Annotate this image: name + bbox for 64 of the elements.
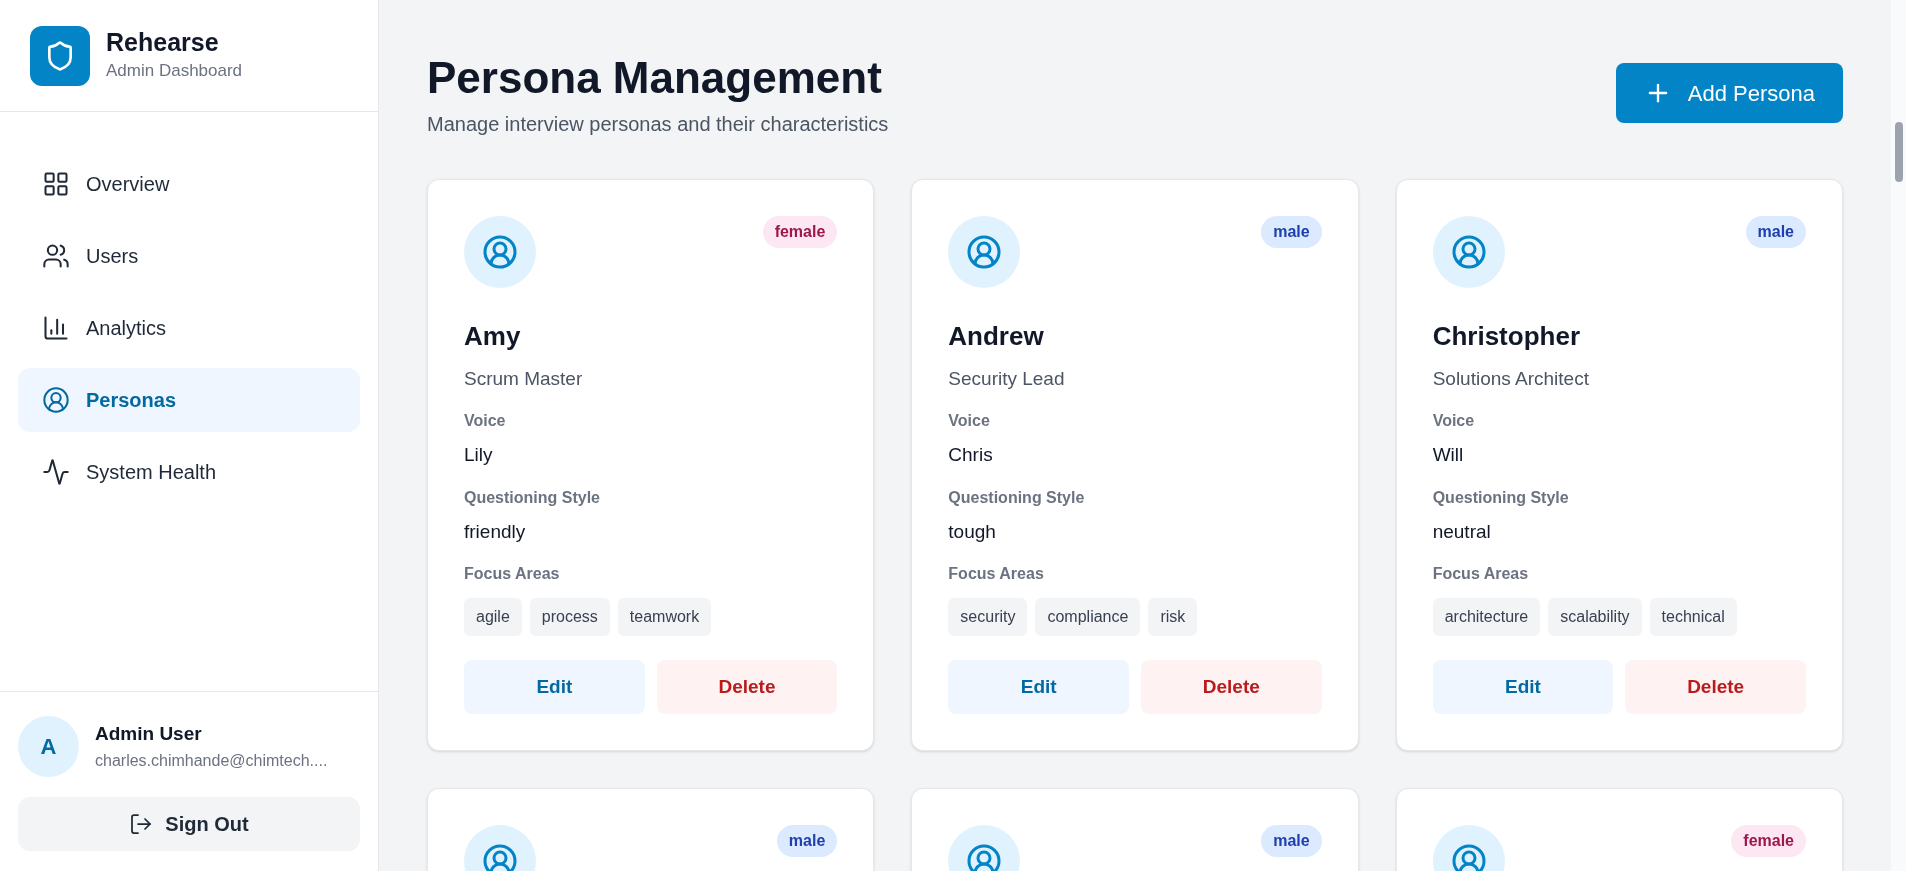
gender-badge: male bbox=[1261, 216, 1322, 248]
focus-tag: agile bbox=[464, 598, 522, 636]
shield-logo-icon bbox=[30, 25, 90, 86]
app-subtitle: Admin Dashboard bbox=[106, 60, 243, 83]
gender-badge: male bbox=[776, 825, 838, 857]
focus-tag: teamwork bbox=[617, 598, 712, 636]
persona-name: Andrew bbox=[948, 320, 1045, 353]
gender-badge: female bbox=[1731, 825, 1806, 857]
focus-tag: compliance bbox=[1035, 598, 1141, 636]
add-persona-button[interactable]: Add Persona bbox=[1615, 63, 1843, 123]
field-label: Focus Areas bbox=[464, 564, 561, 584]
user-name: Admin User bbox=[95, 722, 203, 747]
scrollbar[interactable] bbox=[1891, 0, 1906, 871]
delete-button[interactable]: Delete bbox=[1625, 660, 1806, 714]
delete-button[interactable]: Delete bbox=[656, 660, 838, 714]
nav-item[interactable]: Overview bbox=[18, 152, 360, 216]
gender-badge: male bbox=[1261, 825, 1322, 857]
user-email: charles.chimhande@chimtech.... bbox=[95, 750, 328, 771]
app-title: Rehearse bbox=[106, 27, 220, 59]
field-label: Focus Areas bbox=[948, 564, 1045, 584]
field-label: Questioning Style bbox=[948, 487, 1086, 508]
field-value: Lily bbox=[464, 443, 494, 467]
focus-tag: architecture bbox=[1432, 598, 1541, 636]
field-label: Voice bbox=[464, 411, 507, 431]
user-avatar: A bbox=[18, 716, 79, 777]
focus-tag: security bbox=[948, 598, 1028, 636]
field-value: Will bbox=[1432, 443, 1465, 467]
persona-role: Security Lead bbox=[948, 366, 1066, 391]
delete-button[interactable]: Delete bbox=[1141, 660, 1322, 714]
edit-button[interactable]: Edit bbox=[1432, 660, 1614, 714]
page-title: Persona Management bbox=[427, 52, 883, 104]
edit-button[interactable]: Edit bbox=[948, 660, 1129, 714]
page-subtitle: Manage interview personas and their characteristics bbox=[427, 112, 889, 137]
users-icon bbox=[42, 242, 70, 270]
nav-item[interactable]: Analytics bbox=[18, 296, 360, 360]
user-circle-icon bbox=[42, 386, 70, 414]
field-label: Questioning Style bbox=[464, 487, 601, 508]
focus-tag: risk bbox=[1148, 598, 1198, 636]
persona-role: Scrum Master bbox=[464, 366, 584, 391]
nav-item[interactable]: System Health bbox=[18, 440, 360, 504]
nav-item[interactable]: Personas bbox=[18, 368, 360, 432]
focus-tag: process bbox=[529, 598, 610, 636]
persona-name: Amy bbox=[464, 320, 522, 353]
gender-badge: female bbox=[762, 216, 838, 248]
field-label: Questioning Style bbox=[1432, 487, 1570, 508]
focus-tag: technical bbox=[1649, 598, 1737, 636]
field-value: tough bbox=[948, 519, 997, 544]
sign-out-icon bbox=[129, 812, 154, 836]
pulse-icon bbox=[42, 458, 70, 486]
persona-name: Christopher bbox=[1432, 320, 1581, 353]
focus-tag: scalability bbox=[1548, 598, 1642, 636]
persona-role: Solutions Architect bbox=[1432, 366, 1590, 391]
field-label: Voice bbox=[1432, 411, 1476, 431]
nav-item[interactable]: Users bbox=[18, 224, 360, 288]
field-value: neutral bbox=[1432, 519, 1492, 544]
bar-chart-icon bbox=[42, 314, 70, 342]
field-value: Chris bbox=[948, 443, 994, 467]
sign-out-button[interactable]: Sign Out bbox=[18, 797, 360, 851]
gender-badge: male bbox=[1745, 216, 1806, 248]
edit-button[interactable]: Edit bbox=[464, 660, 645, 714]
field-label: Focus Areas bbox=[1432, 564, 1530, 584]
grid-icon bbox=[42, 170, 70, 198]
field-label: Voice bbox=[948, 411, 991, 431]
field-value: friendly bbox=[464, 519, 527, 544]
